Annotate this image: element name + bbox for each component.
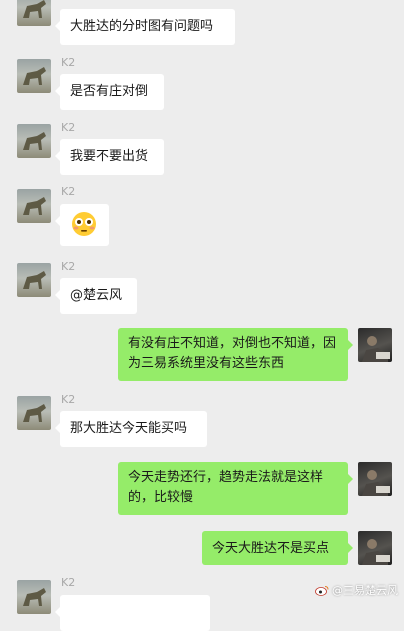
person-photo-icon [362, 470, 390, 496]
sender-name: K2 [61, 56, 76, 69]
flushed-face-emoji-icon [72, 212, 96, 236]
horse-statue-icon [23, 67, 46, 85]
message-bubble[interactable]: 今天大胜达不是买点 [202, 531, 353, 565]
my-avatar[interactable] [358, 328, 392, 362]
watermark-text: @三易楚云风 [332, 584, 398, 597]
k2-avatar[interactable] [17, 59, 51, 93]
weibo-watermark: @三易楚云风 [315, 582, 398, 598]
my-avatar[interactable] [358, 462, 392, 496]
sender-name: K2 [61, 260, 76, 273]
person-photo-icon [362, 336, 390, 362]
person-photo-icon [362, 539, 390, 565]
horse-statue-icon [23, 132, 46, 150]
horse-statue-icon [23, 271, 46, 289]
message-text: 大胜达的分时图有问题吗 [70, 19, 214, 34]
message-text: 那大胜达今天能买吗 [70, 421, 188, 436]
message-text: 我要不要出货 [70, 149, 149, 164]
message-bubble[interactable]: 今天走势还行，趋势走法就是这样的，比较慢 [118, 462, 353, 515]
message-bubble[interactable] [55, 595, 210, 631]
message-text: 今天大胜达不是买点 [212, 541, 330, 556]
message-text: 今天走势还行，趋势走法就是这样的，比较慢 [128, 470, 324, 505]
message-bubble[interactable]: 大胜达的分时图有问题吗 [55, 9, 235, 45]
k2-avatar[interactable] [17, 396, 51, 430]
k2-avatar[interactable] [17, 580, 51, 614]
sender-name: K2 [61, 185, 76, 198]
k2-avatar[interactable] [17, 189, 51, 223]
message-bubble[interactable]: 是否有庄对倒 [55, 74, 164, 110]
horse-statue-icon [23, 197, 46, 215]
k2-avatar[interactable] [17, 263, 51, 297]
message-bubble[interactable]: 有没有庄不知道，对倒也不知道，因为三易系统里没有这些东西 [118, 328, 353, 381]
k2-avatar[interactable] [17, 124, 51, 158]
k2-avatar[interactable] [17, 0, 51, 26]
sender-name: K2 [61, 121, 76, 134]
message-text: 有没有庄不知道，对倒也不知道，因为三易系统里没有这些东西 [128, 336, 337, 371]
sender-name: K2 [61, 393, 76, 406]
weibo-logo-icon [315, 585, 329, 596]
horse-statue-icon [23, 588, 46, 606]
my-avatar[interactable] [358, 531, 392, 565]
message-bubble[interactable]: 那大胜达今天能买吗 [55, 411, 207, 447]
sender-name: K2 [61, 576, 76, 589]
horse-statue-icon [23, 404, 46, 422]
message-text: 是否有庄对倒 [70, 84, 149, 99]
message-text: @楚云风 [70, 288, 123, 303]
message-bubble[interactable] [55, 204, 109, 246]
horse-statue-icon [23, 0, 46, 18]
message-bubble[interactable]: @楚云风 [55, 278, 137, 314]
message-bubble[interactable]: 我要不要出货 [55, 139, 164, 175]
